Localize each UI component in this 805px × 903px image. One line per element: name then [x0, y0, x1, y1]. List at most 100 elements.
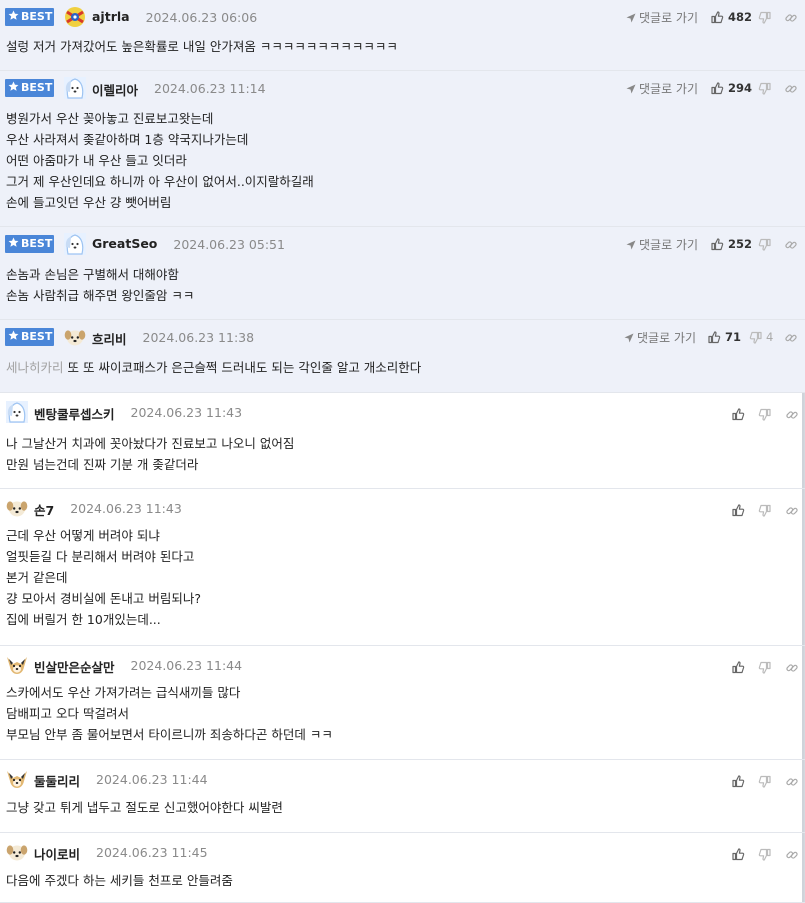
comment-date: 2024.06.23 06:06	[145, 10, 258, 25]
comment-item: BEST ajtrla 2024.06.23 06:06 댓글로 가기 482 설렁 저거…	[0, 0, 805, 71]
comment-item: BEST GreatSeo 2024.06.23 05:51 댓글로 가기 252 손놈과…	[0, 227, 805, 320]
comment-body: 손놈과 손님은 구별해서 대해야함 손놈 사람취급 해주면 왕인줄암 ㅋㅋ	[6, 264, 194, 306]
comment-body: 병원가서 우산 꽂아놓고 진료보고왓는데우산 사라져서 좆같아하며 1층 약국지…	[6, 108, 314, 213]
comment-line: 손놈과 손님은 구별해서 대해야함	[6, 267, 179, 282]
avatar-icon[interactable]	[6, 841, 28, 863]
comment-date: 2024.06.23 11:14	[154, 81, 266, 96]
reply-link-label: 댓글로 가기	[637, 331, 697, 345]
avatar-icon[interactable]	[6, 654, 28, 676]
comment-item: BEST 이렐리아 2024.06.23 11:14 댓글로 가기 294 병원가서 우산…	[0, 71, 805, 227]
star-icon	[8, 81, 19, 91]
comment-line: 만원 넘는건데 진짜 기분 개 좆같더라	[6, 457, 199, 472]
nickname[interactable]: 흐리비	[92, 329, 127, 348]
comment-line: 손에 들고잇던 우산 걍 뺏어버림	[6, 195, 172, 210]
avatar-icon[interactable]	[64, 233, 86, 255]
comment-item: BEST 흐리비 2024.06.23 11:38 댓글로 가기 71 4 세나히카리 또 …	[0, 320, 805, 393]
comment-body: 근데 우산 어떻게 버려야 되냐얼핏듣길 다 분리해서 버려야 된다고본거 같은…	[6, 525, 201, 630]
star-icon	[8, 330, 19, 340]
thumbs-down-icon[interactable]	[758, 848, 772, 862]
send-arrow-icon	[626, 84, 636, 94]
nickname[interactable]: ajtrla	[92, 9, 130, 24]
best-badge: BEST	[5, 79, 54, 97]
comment-body: 그냥 갖고 튀게 냅두고 절도로 신고했어야한다 씨발련	[6, 797, 283, 818]
avatar-icon[interactable]	[64, 326, 86, 348]
comment-line: 본거 같은데	[6, 570, 68, 585]
like-count: 482	[728, 10, 753, 24]
comment-item: 손7 2024.06.23 11:43 근데 우산 어떻게 버려야 되냐얼핏듣길 다…	[0, 489, 805, 646]
comment-body: 다음에 주겠다 하는 세키들 천프로 안들려줌	[6, 870, 233, 891]
send-arrow-icon	[626, 240, 636, 250]
thumbs-down-icon[interactable]	[758, 775, 772, 789]
avatar-icon[interactable]	[64, 6, 86, 28]
nickname[interactable]: 이렐리아	[92, 80, 138, 99]
comment-list: BEST ajtrla 2024.06.23 06:06 댓글로 가기 482 설렁 저거…	[0, 0, 805, 903]
nickname[interactable]: 나이로비	[34, 844, 80, 863]
link-icon[interactable]	[784, 82, 798, 96]
reply-link[interactable]: 댓글로 가기	[626, 80, 698, 97]
thumbs-down-icon[interactable]	[758, 11, 772, 25]
link-icon[interactable]	[785, 504, 799, 518]
thumbs-up-icon[interactable]	[731, 503, 745, 517]
nickname[interactable]: 빈살만은순살만	[34, 657, 115, 676]
comment-text: 또 또 싸이코패스가 은근슬쩍 드러내도 되는 각인줄 알고 개소리한다	[67, 360, 422, 375]
comment-line: 부모님 안부 좀 물어보면서 타이르니까 죄송하다곤 하던데 ㅋㅋ	[6, 727, 333, 742]
send-arrow-icon	[624, 333, 634, 343]
thumbs-up-icon[interactable]	[731, 774, 745, 788]
comment-line: 집에 버릴거 한 10개있는데...	[6, 612, 161, 627]
best-badge-label: BEST	[21, 237, 53, 250]
thumbs-up-icon[interactable]	[731, 847, 745, 861]
thumbs-down-icon[interactable]	[749, 331, 763, 345]
dislike-count: 4	[766, 330, 774, 344]
thumbs-up-icon[interactable]	[731, 660, 745, 674]
thumbs-up-icon[interactable]	[710, 10, 724, 24]
comment-item: 둘둘리리 2024.06.23 11:44 그냥 갖고 튀게 냅두고 절도로 신고했…	[0, 760, 805, 833]
reply-link-label: 댓글로 가기	[639, 238, 699, 252]
thumbs-up-icon[interactable]	[710, 81, 724, 95]
comment-body: 스카에서도 우산 가져가려는 급식새끼들 많다담배피고 오다 딱걸려서부모님 안…	[6, 682, 333, 745]
comment-date: 2024.06.23 11:43	[70, 501, 182, 516]
comment-line: 병원가서 우산 꽂아놓고 진료보고왓는데	[6, 111, 214, 126]
comment-date: 2024.06.23 11:44	[130, 658, 243, 673]
like-count: 71	[725, 330, 742, 344]
avatar-icon[interactable]	[6, 401, 28, 423]
reply-link[interactable]: 댓글로 가기	[624, 329, 696, 346]
comment-line: 근데 우산 어떻게 버려야 되냐	[6, 528, 160, 543]
avatar-icon[interactable]	[6, 497, 28, 519]
comment-line: 스카에서도 우산 가져가려는 급식새끼들 많다	[6, 685, 241, 700]
link-icon[interactable]	[785, 775, 799, 789]
thumbs-down-icon[interactable]	[758, 82, 772, 96]
comment-line: 세나히카리 또 또 싸이코패스가 은근슬쩍 드러내도 되는 각인줄 알고 개소리…	[6, 357, 421, 378]
nickname[interactable]: GreatSeo	[92, 236, 157, 251]
quoted-nickname[interactable]: 세나히카리	[6, 360, 64, 375]
thumbs-up-icon[interactable]	[710, 237, 724, 251]
thumbs-up-icon[interactable]	[707, 330, 721, 344]
nickname[interactable]: 벤탕쿨루셉스키	[34, 404, 115, 423]
thumbs-down-icon[interactable]	[758, 504, 772, 518]
comment-line: 담배피고 오다 딱걸려서	[6, 706, 129, 721]
like-count: 294	[728, 81, 753, 95]
nickname[interactable]: 둘둘리리	[34, 771, 80, 790]
reply-link[interactable]: 댓글로 가기	[626, 236, 698, 253]
nickname[interactable]: 손7	[34, 500, 54, 519]
link-icon[interactable]	[785, 408, 799, 422]
avatar-icon[interactable]	[64, 77, 86, 99]
thumbs-down-icon[interactable]	[758, 408, 772, 422]
comment-date: 2024.06.23 05:51	[173, 237, 285, 252]
star-icon	[8, 237, 19, 247]
best-badge-label: BEST	[21, 330, 53, 343]
comment-body: 나 그날산거 치과에 꼿아놨다가 진료보고 나오니 없어짐 만원 넘는건데 진짜 …	[6, 433, 294, 475]
avatar-icon[interactable]	[6, 768, 28, 790]
link-icon[interactable]	[784, 238, 798, 252]
link-icon[interactable]	[784, 331, 798, 345]
reply-link[interactable]: 댓글로 가기	[626, 9, 698, 26]
comment-line: 얼핏듣길 다 분리해서 버려야 된다고	[6, 549, 195, 564]
link-icon[interactable]	[784, 11, 798, 25]
comment-line: 우산 사라져서 좆같아하며 1층 약국지나가는데	[6, 132, 249, 147]
link-icon[interactable]	[785, 848, 799, 862]
thumbs-down-icon[interactable]	[758, 661, 772, 675]
thumbs-down-icon[interactable]	[758, 238, 772, 252]
reply-link-label: 댓글로 가기	[639, 11, 699, 25]
thumbs-up-icon[interactable]	[731, 407, 745, 421]
best-badge: BEST	[5, 235, 54, 253]
link-icon[interactable]	[785, 661, 799, 675]
